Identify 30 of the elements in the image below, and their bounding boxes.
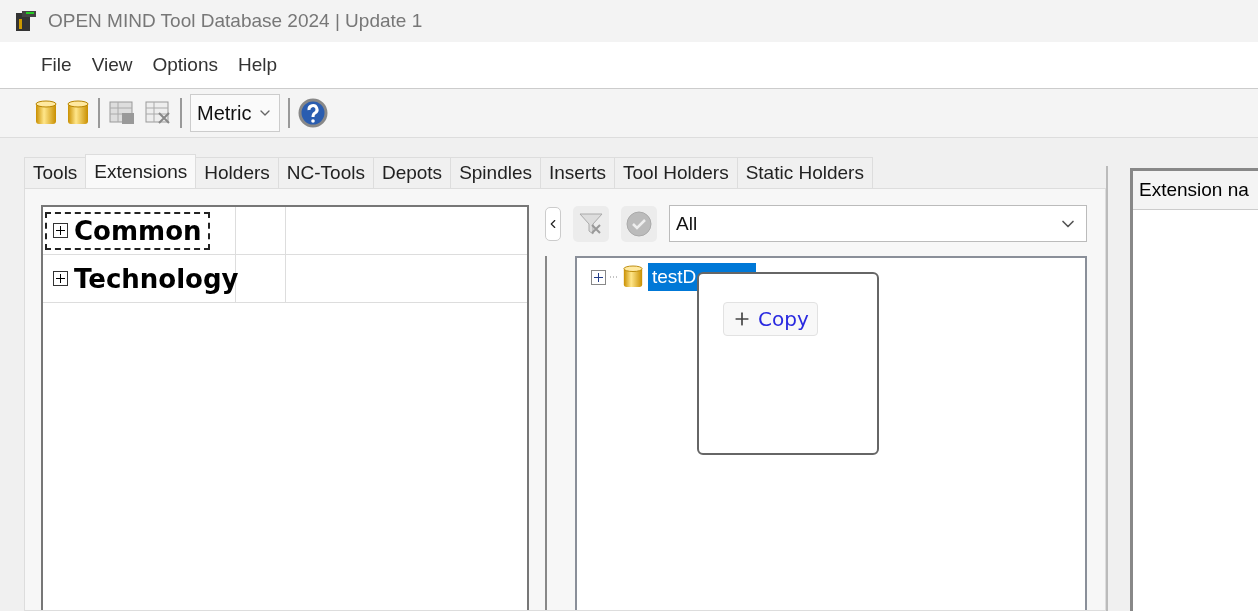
category-row[interactable]: Common [45, 211, 210, 250]
app-icon [14, 9, 38, 33]
expand-icon[interactable] [53, 223, 68, 238]
new-database-icon [34, 99, 58, 127]
filter-dropdown[interactable]: All [669, 205, 1087, 242]
help-icon[interactable] [298, 98, 329, 128]
menu-item[interactable]: Options [145, 50, 225, 80]
expand-icon[interactable] [591, 269, 606, 285]
tab[interactable]: Extensions [85, 154, 197, 188]
copy-button[interactable]: Copy [723, 302, 818, 336]
menu-item[interactable]: File [34, 50, 79, 80]
category-row[interactable]: Technology [45, 259, 247, 298]
category-label: Technology [74, 263, 239, 294]
table-delete-icon[interactable] [144, 100, 172, 126]
menu-item[interactable]: Help [230, 50, 285, 80]
collapse-button[interactable] [545, 206, 561, 241]
connector-line [610, 276, 618, 278]
checkmark-icon [626, 210, 652, 237]
table-save-icon[interactable] [108, 100, 136, 126]
tab[interactable]: Static Holders [736, 157, 873, 188]
units-dropdown[interactable]: Metric [190, 94, 281, 132]
expand-icon[interactable] [53, 271, 68, 286]
tab[interactable]: Tools [24, 157, 87, 188]
filter-clear-icon [578, 210, 604, 237]
menu-item[interactable]: View [84, 50, 140, 80]
open-database-icon [66, 99, 90, 127]
check-button[interactable] [621, 205, 657, 242]
category-label: Common [74, 215, 202, 246]
window-title: OPEN MIND Tool Database 2024 | Update 1 [48, 10, 423, 32]
column-header: Extension na [1133, 171, 1258, 210]
